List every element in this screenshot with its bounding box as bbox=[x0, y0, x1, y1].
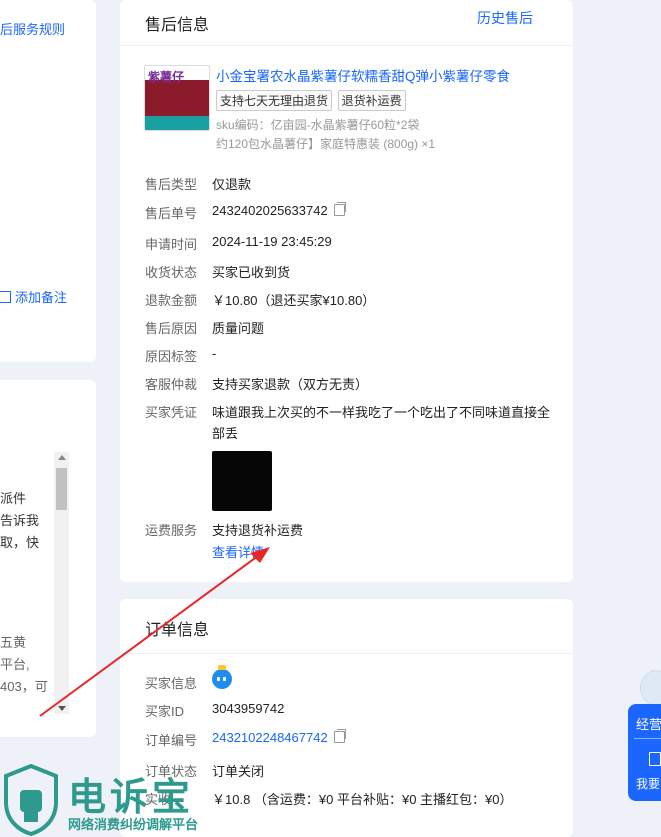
copy-icon[interactable] bbox=[333, 729, 346, 743]
after-sale-title: 售后信息 bbox=[145, 17, 210, 34]
left-chat-card: 派件 告诉我 取，快 五黄 平台, 403，可 bbox=[0, 380, 96, 737]
chat-line: 告诉我 bbox=[0, 513, 40, 528]
widget-label-1: 经营 bbox=[636, 717, 661, 732]
product-thumbnail[interactable]: 紫薯仔 bbox=[144, 65, 210, 131]
scroll-thumb[interactable] bbox=[56, 468, 67, 510]
after-sale-number: 2432402025633742 bbox=[212, 203, 328, 218]
widget-label-2: 我要 bbox=[636, 777, 661, 791]
field-value: 3043959742 bbox=[212, 701, 285, 716]
field-value-wrap: 2432102248467742 bbox=[212, 729, 346, 745]
watermark-subtitle: 网络消费纠纷调解平台 bbox=[68, 817, 199, 832]
chat-text-2: 五黄 平台, 403，可 bbox=[0, 632, 48, 698]
field-label: 退款金额 bbox=[145, 293, 198, 308]
field-value-wrap: 2432402025633742 bbox=[212, 202, 346, 218]
sku-line-2: 约120包水晶薯仔】家庭特惠装 (800g) ×1 bbox=[216, 137, 436, 151]
product-tags: 支持七天无理由退货 退货补运费 bbox=[216, 90, 408, 111]
document-icon bbox=[649, 752, 661, 766]
add-note-button[interactable]: 添加备注 bbox=[0, 287, 67, 306]
field-value: ￥10.80（退还买家¥10.80） bbox=[212, 293, 376, 308]
sku-line-1: sku编码：亿亩园-水晶紫薯仔60粒*2袋 bbox=[216, 118, 420, 132]
field-label: 买家信息 bbox=[145, 676, 198, 691]
divider bbox=[120, 653, 573, 654]
service-rules-link[interactable]: 后服务规则 bbox=[0, 19, 65, 38]
chat-text-1: 派件 告诉我 取，快 bbox=[0, 488, 39, 554]
edit-icon bbox=[0, 291, 11, 303]
chat-line: 取，快 bbox=[0, 535, 40, 550]
left-top-card: 后服务规则 添加备注 bbox=[0, 0, 96, 362]
after-sale-card: 售后信息 历史售后 紫薯仔 小金宝署农水晶紫薯仔软糯香甜Q弹小紫薯仔零食 支持七… bbox=[120, 0, 573, 582]
evidence-image[interactable] bbox=[212, 451, 272, 511]
avatar-eye-left bbox=[217, 677, 220, 681]
history-after-sale-link[interactable]: 历史售后 bbox=[477, 8, 533, 28]
field-value: ￥10.8 （含运费：¥0 平台补贴：¥0 主播红包：¥0） bbox=[212, 792, 513, 807]
avatar-eye-right bbox=[223, 677, 226, 681]
order-title: 订单信息 bbox=[145, 622, 210, 639]
mascot-icon[interactable] bbox=[640, 670, 661, 706]
chat-line: 平台, bbox=[0, 657, 30, 672]
watermark-logo: 电诉宝 网络消费纠纷调解平台 bbox=[0, 760, 230, 837]
avatar-crown bbox=[218, 665, 226, 670]
order-number-link[interactable]: 2432102248467742 bbox=[212, 730, 328, 745]
field-label: 运费服务 bbox=[145, 523, 198, 538]
product-title[interactable]: 小金宝署农水晶紫薯仔软糯香甜Q弹小紫薯仔零食 bbox=[216, 65, 510, 85]
buyer-avatar-icon[interactable] bbox=[212, 665, 232, 689]
field-label: 申请时间 bbox=[145, 237, 198, 252]
chat-scrollbar[interactable] bbox=[54, 452, 69, 714]
chat-line: 五黄 bbox=[0, 635, 27, 650]
field-value: 味道跟我上次买的不一样我吃了一个吃出了不同味道直接全部丢 bbox=[212, 405, 551, 441]
add-note-label: 添加备注 bbox=[15, 290, 68, 305]
view-details-link[interactable]: 查看详情 bbox=[212, 542, 264, 561]
field-label: 买家ID bbox=[145, 704, 185, 719]
field-value: 质量问题 bbox=[212, 321, 265, 336]
widget-divider bbox=[634, 738, 661, 739]
watermark-title: 电诉宝 bbox=[68, 777, 195, 819]
copy-icon[interactable] bbox=[333, 202, 346, 216]
divider bbox=[120, 45, 573, 46]
field-label: 售后单号 bbox=[145, 206, 198, 221]
field-value: 仅退款 bbox=[212, 177, 252, 192]
field-label: 买家凭证 bbox=[145, 405, 198, 420]
scroll-up-arrow[interactable] bbox=[58, 455, 66, 460]
shield-fist-icon bbox=[4, 764, 58, 836]
field-value: 支持退货补运费 bbox=[212, 523, 304, 538]
field-label: 原因标签 bbox=[145, 349, 198, 364]
field-label: 售后类型 bbox=[145, 177, 198, 192]
field-label: 收货状态 bbox=[145, 265, 198, 280]
field-label: 订单编号 bbox=[145, 733, 198, 748]
tag-return-shipping: 退货补运费 bbox=[337, 90, 406, 111]
field-label: 客服仲裁 bbox=[145, 377, 198, 392]
field-value: 2024-11-19 23:45:29 bbox=[212, 234, 332, 249]
field-label: 售后原因 bbox=[145, 321, 198, 336]
chat-line: 派件 bbox=[0, 491, 27, 506]
scroll-down-arrow[interactable] bbox=[58, 706, 66, 711]
field-evidence: 买家凭证 味道跟我上次买的不一样我吃了一个吃出了不同味道直接全部丢 bbox=[145, 402, 558, 442]
field-value: 买家已收到货 bbox=[212, 265, 291, 280]
field-value: - bbox=[212, 346, 217, 361]
chat-line: 403，可 bbox=[0, 679, 48, 694]
tag-seven-day: 支持七天无理由退货 bbox=[216, 90, 333, 111]
right-float-widget[interactable]: 经营 我要 bbox=[628, 704, 661, 801]
thumb-label: 紫薯仔 bbox=[148, 70, 185, 84]
field-value: 支持买家退款（双方无责） bbox=[212, 377, 369, 392]
